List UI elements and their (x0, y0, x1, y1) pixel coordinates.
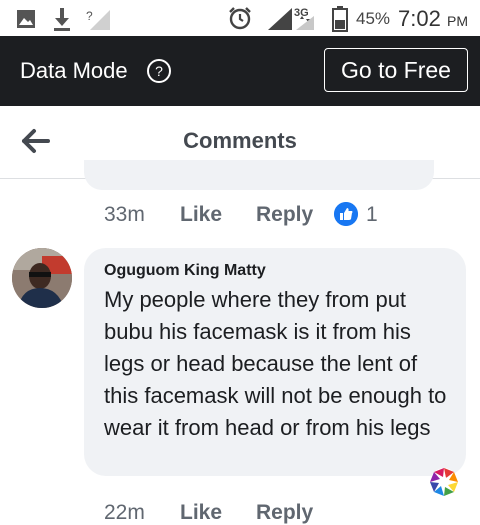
reply-button[interactable]: Reply (256, 501, 313, 525)
alarm-icon (229, 7, 251, 30)
like-button[interactable]: Like (180, 501, 222, 525)
signal-icon: 3G (268, 7, 314, 30)
battery-icon (332, 6, 348, 32)
previous-comment-bubble (84, 160, 434, 190)
avatar[interactable] (12, 248, 72, 308)
clock-ampm: PM (447, 13, 468, 29)
go-to-free-button[interactable]: Go to Free (324, 48, 468, 92)
reply-button[interactable]: Reply (256, 203, 313, 227)
clock-time: 7:02 (398, 6, 441, 31)
comment-timestamp: 33m (104, 203, 145, 226)
comment-timestamp: 22m (104, 501, 145, 524)
like-reaction-icon (334, 202, 358, 226)
data-mode-label: Data Mode (20, 58, 128, 83)
page-title: Comments (183, 128, 297, 153)
no-signal-icon: ? (86, 9, 110, 30)
comment-author[interactable]: Oguguom King Matty (104, 262, 266, 280)
download-icon (54, 8, 70, 31)
status-bar: ? 3G 45% 7:02 PM (0, 0, 480, 36)
svg-text:?: ? (86, 9, 93, 23)
info-icon[interactable]: ? (147, 59, 171, 83)
image-icon (17, 10, 35, 28)
like-button[interactable]: Like (180, 203, 222, 227)
comment-text: My people where they from put bubu his f… (104, 287, 447, 440)
clock: 7:02 PM (398, 6, 468, 32)
battery-percent: 45% (356, 9, 391, 28)
profile-photo-icon (12, 248, 72, 308)
screen-recorder-icon[interactable] (416, 458, 472, 514)
reaction-count: 1 (366, 203, 378, 226)
